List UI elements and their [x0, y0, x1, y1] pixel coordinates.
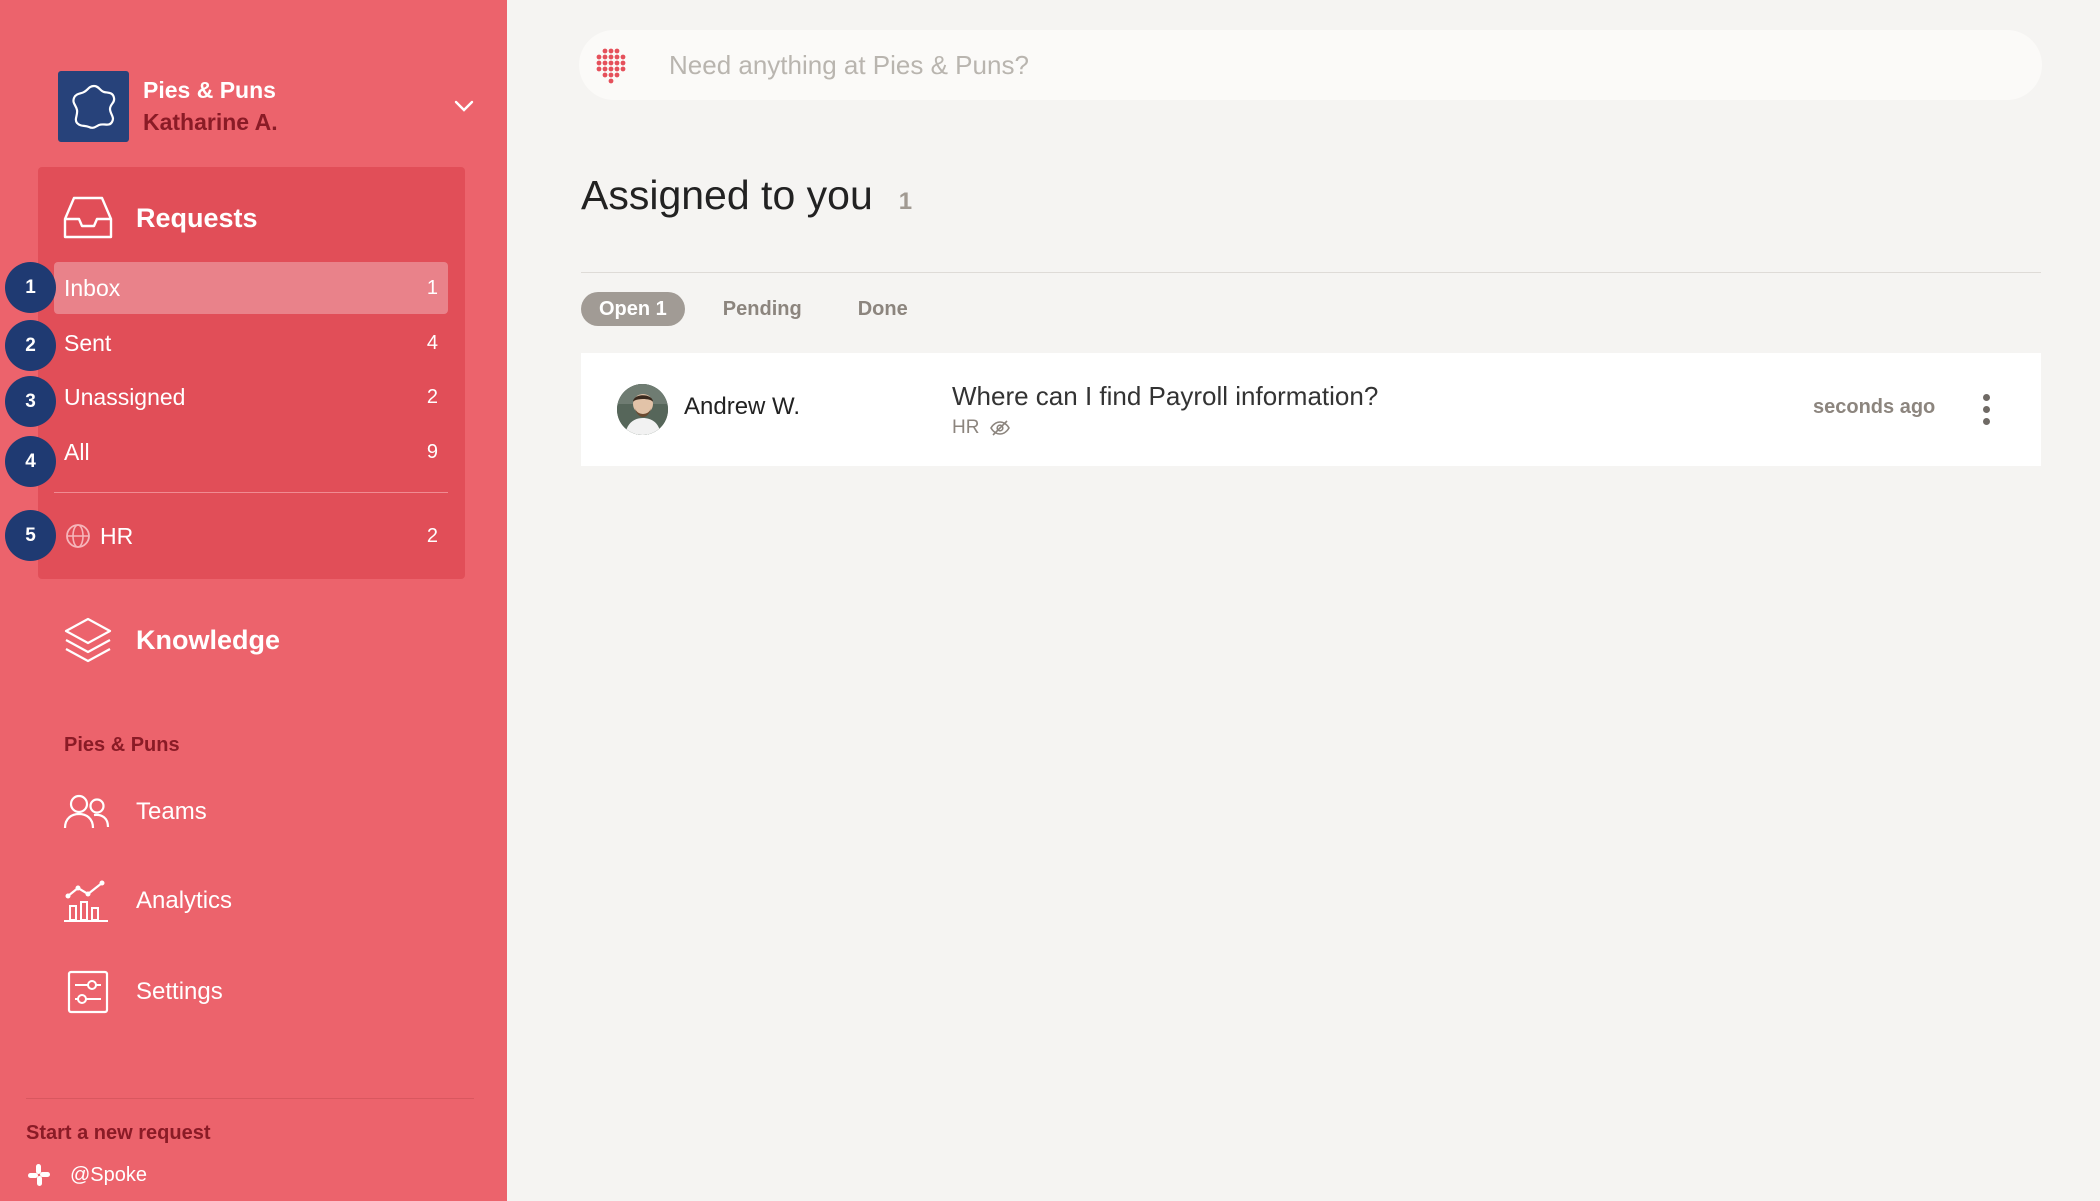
spoke-dots-icon	[596, 48, 626, 84]
requester-name: Andrew W.	[684, 393, 801, 420]
chevron-down-icon	[454, 100, 474, 112]
settings-label: Settings	[136, 978, 223, 1005]
sidebar: Pies & Puns Katharine A. Requests Inbox …	[0, 0, 507, 1201]
nav-unassigned[interactable]: Unassigned 2	[54, 371, 448, 423]
workspace-name: Pies & Puns	[143, 77, 276, 103]
requests-panel: Requests Inbox 1 Sent 4 Unassigned 2 All…	[38, 167, 465, 579]
search-input[interactable]	[669, 49, 1869, 81]
sliders-icon	[67, 970, 109, 1014]
ticket-title: Where can I find Payroll information?	[952, 381, 1379, 411]
nav-teams[interactable]: Teams	[62, 792, 207, 832]
nav-settings[interactable]: Settings	[62, 969, 223, 1015]
main-content: Assigned to you 1 Open 1 Pending Done An…	[507, 0, 2100, 1201]
nav-label: HR	[100, 522, 134, 549]
page-title-count: 1	[898, 188, 913, 215]
more-options-icon[interactable]	[1971, 387, 2001, 431]
title-divider	[581, 272, 2041, 273]
tab-pending[interactable]: Pending	[723, 292, 802, 326]
nav-all[interactable]: All 9	[54, 426, 448, 478]
eye-off-icon	[990, 420, 1011, 436]
status-tabs: Open 1 Pending Done	[581, 292, 964, 326]
slack-handle-link[interactable]: @Spoke	[26, 1162, 147, 1188]
step-badge-5: 5	[5, 510, 56, 561]
page-title: Assigned to you 1	[581, 172, 912, 219]
current-user-name: Katharine A.	[143, 109, 278, 135]
ticket-time: seconds ago	[1813, 396, 1936, 418]
tab-done[interactable]: Done	[858, 292, 908, 326]
panel-divider	[54, 492, 448, 493]
analytics-icon	[64, 880, 108, 922]
avatar	[617, 384, 668, 435]
requests-header[interactable]: Requests	[62, 193, 258, 243]
nav-count: 4	[426, 331, 438, 354]
inbox-tray-icon	[63, 196, 113, 239]
ticket-meta: HR	[952, 417, 1011, 439]
tab-open[interactable]: Open 1	[581, 292, 685, 326]
ticket-row[interactable]: Andrew W. Where can I find Payroll infor…	[581, 353, 2041, 466]
nav-sent[interactable]: Sent 4	[54, 317, 448, 369]
nav-team-hr[interactable]: HR 2	[54, 510, 448, 562]
analytics-label: Analytics	[136, 887, 233, 914]
nav-count: 1	[426, 276, 438, 299]
nav-inbox[interactable]: Inbox 1	[54, 262, 448, 314]
requests-label: Requests	[136, 202, 258, 233]
nav-label: Inbox	[64, 274, 121, 301]
flower-logo-icon	[71, 84, 115, 129]
ticket-team: HR	[952, 417, 980, 438]
step-badge-2: 2	[5, 320, 56, 371]
nav-count: 9	[426, 440, 438, 463]
search-bar[interactable]	[579, 30, 2042, 100]
workspace-logo	[58, 70, 129, 142]
nav-knowledge[interactable]: Knowledge	[62, 614, 280, 666]
step-badge-4: 4	[5, 436, 56, 487]
org-section-label: Pies & Puns	[64, 734, 180, 756]
page-title-text: Assigned to you	[581, 172, 873, 218]
teams-label: Teams	[136, 798, 207, 825]
start-new-request-link[interactable]: Start a new request	[26, 1122, 211, 1145]
nav-count: 2	[426, 385, 438, 408]
nav-analytics[interactable]: Analytics	[62, 878, 232, 924]
nav-label: Unassigned	[64, 383, 186, 410]
nav-count: 2	[426, 524, 438, 547]
team-globe-icon	[66, 524, 90, 548]
workspace-switcher[interactable]: Pies & Puns Katharine A.	[58, 70, 478, 142]
nav-label: All	[64, 438, 90, 465]
knowledge-label: Knowledge	[136, 624, 281, 655]
people-icon	[63, 794, 110, 829]
slack-icon	[28, 1164, 50, 1186]
step-badge-3: 3	[5, 376, 56, 427]
sidebar-footer-divider	[26, 1098, 474, 1099]
slack-handle: @Spoke	[70, 1163, 148, 1186]
person-avatar-icon	[617, 384, 668, 435]
step-badge-1: 1	[5, 262, 56, 313]
layers-icon	[64, 617, 112, 663]
nav-label: Sent	[64, 329, 112, 356]
